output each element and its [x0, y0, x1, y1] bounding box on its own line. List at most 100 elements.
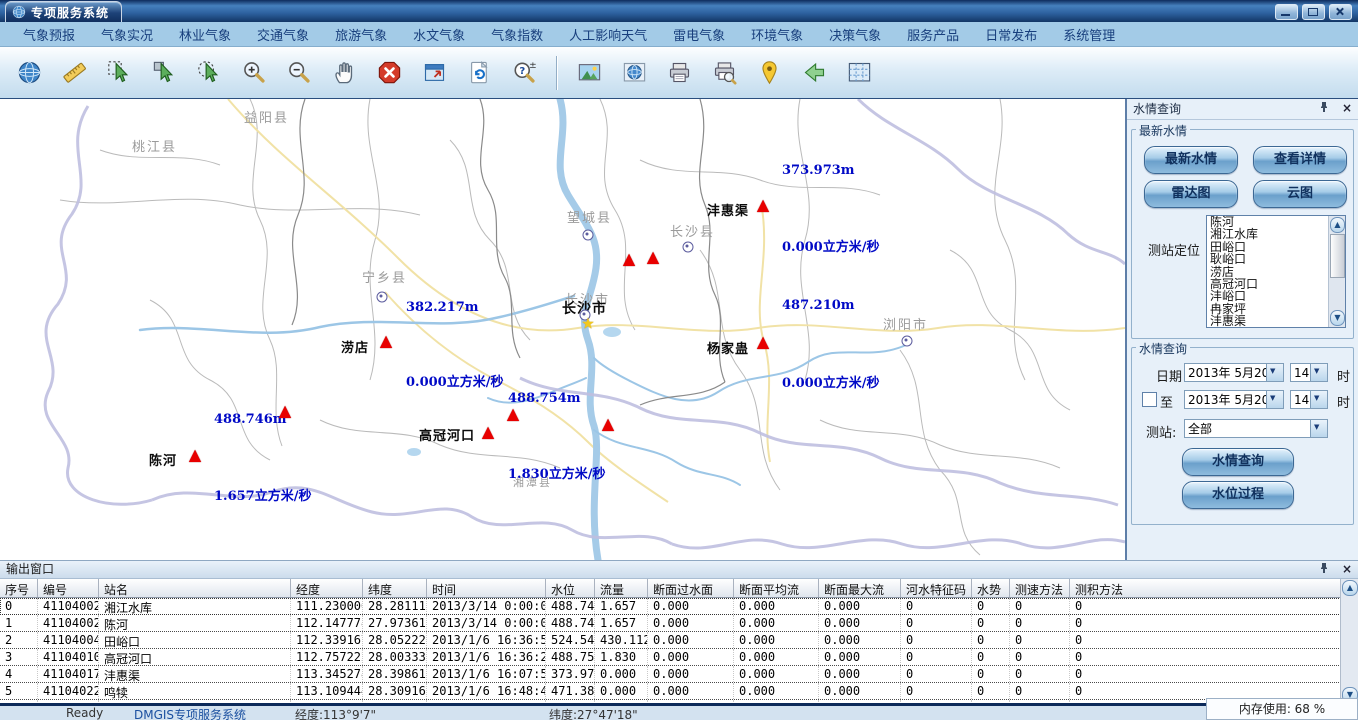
station-marker-icon[interactable]: ▲ [507, 406, 519, 422]
menu-item[interactable]: 决策气象 [816, 22, 894, 47]
map-canvas[interactable]: 益阳县桃江县宁乡县望城县长沙县长沙市浏阳市湘潭县沣惠渠杨家蛊长沙市涝店陈河高冠河… [0, 99, 1125, 560]
menu-item[interactable]: 气象实况 [88, 22, 166, 47]
chevron-down-icon[interactable] [1310, 420, 1327, 437]
print-button[interactable] [662, 56, 696, 90]
hour-to-combo[interactable]: 14 [1290, 390, 1328, 409]
menu-item[interactable]: 服务产品 [894, 22, 972, 47]
station-marker-icon[interactable]: ▲ [623, 251, 635, 267]
scroll-up-icon[interactable]: ▲ [1330, 217, 1345, 233]
close-button[interactable] [1329, 4, 1352, 20]
column-header[interactable]: 断面平均流 [734, 579, 819, 597]
restore-button[interactable] [1302, 4, 1325, 20]
back-button[interactable] [797, 56, 831, 90]
menu-item[interactable]: 雷电气象 [660, 22, 738, 47]
table-row[interactable]: 341104010高冠河口112.75722228.0033332013/1/6… [0, 649, 1341, 666]
listbox-scrollbar[interactable]: ▲ ▼ [1328, 216, 1345, 327]
output-close-icon[interactable]: × [1340, 562, 1354, 576]
column-header[interactable]: 河水特征码 [901, 579, 972, 597]
view-detail-button[interactable]: 查看详情 [1253, 146, 1347, 174]
scroll-up-icon[interactable]: ▲ [1342, 580, 1358, 596]
refresh-button[interactable] [462, 56, 496, 90]
menu-item[interactable]: 气象指数 [478, 22, 556, 47]
identify-button[interactable]: ?± [507, 56, 541, 90]
chevron-down-icon[interactable] [1266, 391, 1283, 408]
chevron-down-icon[interactable] [1310, 391, 1327, 408]
column-header[interactable]: 测积方法 [1070, 579, 1341, 597]
column-header[interactable]: 测速方法 [1010, 579, 1070, 597]
map-grid-button[interactable] [842, 56, 876, 90]
table-row[interactable]: 041104002湘江水库111.23000028.2811112013/3/1… [0, 598, 1341, 615]
menu-item[interactable]: 林业气象 [166, 22, 244, 47]
table-row[interactable]: 241104004田峪口112.33916728.0522222013/1/6 … [0, 632, 1341, 649]
menu-item[interactable]: 人工影响天气 [556, 22, 660, 47]
globe-button[interactable] [12, 56, 46, 90]
station-marker-icon[interactable]: ▲ [482, 424, 494, 440]
radar-chart-button[interactable]: 雷达图 [1144, 180, 1238, 208]
place-marker-button[interactable] [752, 56, 786, 90]
date-from-combo[interactable]: 2013年 5月20日 [1184, 363, 1284, 382]
pan-button[interactable] [327, 56, 361, 90]
list-item[interactable]: 沣惠渠 [1208, 315, 1328, 327]
chevron-down-icon[interactable] [1310, 364, 1327, 381]
chevron-down-icon[interactable] [1266, 364, 1283, 381]
column-header[interactable]: 时间 [427, 579, 546, 597]
panel-close-icon[interactable]: × [1340, 101, 1354, 115]
column-header[interactable]: 编号 [38, 579, 99, 597]
latest-water-button[interactable]: 最新水情 [1144, 146, 1238, 174]
pin-icon[interactable] [1318, 562, 1332, 576]
water-query-button[interactable]: 水情查询 [1182, 448, 1294, 476]
table-row[interactable]: 141104002陈河112.14777827.9736112013/3/14 … [0, 615, 1341, 632]
water-level-process-button[interactable]: 水位过程 [1182, 481, 1294, 509]
column-header[interactable]: 断面最大流 [819, 579, 901, 597]
stop-button[interactable] [372, 56, 406, 90]
station-marker-icon[interactable]: ▲ [189, 447, 201, 463]
column-header[interactable]: 纬度 [363, 579, 427, 597]
station-marker-icon[interactable]: ▲ [380, 333, 392, 349]
image-button[interactable] [572, 56, 606, 90]
column-header[interactable]: 断面过水面 [648, 579, 734, 597]
station-marker-icon[interactable]: ▲ [279, 403, 291, 419]
zoom-in-button[interactable] [237, 56, 271, 90]
column-header[interactable]: 序号 [0, 579, 38, 597]
menu-item[interactable]: 日常发布 [972, 22, 1050, 47]
column-header[interactable]: 经度 [291, 579, 363, 597]
station-marker-icon[interactable]: ▲ [757, 197, 769, 213]
column-header[interactable]: 水位 [546, 579, 595, 597]
column-header[interactable]: 站名 [99, 579, 291, 597]
menu-item[interactable]: 环境气象 [738, 22, 816, 47]
measure-button[interactable] [57, 56, 91, 90]
column-header[interactable]: 流量 [595, 579, 648, 597]
table-scrollbar[interactable]: ▲ ▼ [1340, 579, 1358, 704]
menu-item[interactable]: 交通气象 [244, 22, 322, 47]
scroll-down-icon[interactable]: ▼ [1330, 310, 1345, 326]
print-preview-button[interactable] [707, 56, 741, 90]
station-marker-icon[interactable]: ▲ [602, 416, 614, 432]
scroll-thumb[interactable] [1330, 234, 1345, 278]
column-header[interactable]: 水势 [972, 579, 1010, 597]
station-marker-icon[interactable]: ▲ [647, 249, 659, 265]
window-extent-button[interactable] [417, 56, 451, 90]
cloud-image-button[interactable]: 云图 [1253, 180, 1347, 208]
table-row[interactable]: 441104017沣惠渠113.34527828.3986112013/1/6 … [0, 666, 1341, 683]
select-button[interactable] [147, 56, 181, 90]
pin-icon[interactable] [1318, 101, 1332, 115]
menu-item[interactable]: 旅游气象 [322, 22, 400, 47]
select-circle-button[interactable] [192, 56, 226, 90]
menu-item[interactable]: 系统管理 [1050, 22, 1128, 47]
select-box-button[interactable] [102, 56, 136, 90]
station-combo[interactable]: 全部 [1184, 419, 1328, 438]
list-item[interactable]: 湘江水库 [1208, 228, 1328, 240]
list-item[interactable]: 沣峪口 [1208, 290, 1328, 302]
date-to-combo[interactable]: 2013年 5月20日 [1184, 390, 1284, 409]
zoom-out-button[interactable] [282, 56, 316, 90]
station-listbox[interactable]: 陈河湘江水库田峪口耿峪口涝店高冠河口沣峪口冉家坪沣惠渠 ▲ ▼ [1206, 215, 1346, 328]
hour-from-combo[interactable]: 14 [1290, 363, 1328, 382]
minimize-button[interactable] [1275, 4, 1298, 20]
app-tab[interactable]: 专项服务系统 [5, 1, 122, 22]
station-marker-icon[interactable]: ▲ [757, 334, 769, 350]
list-item[interactable]: 耿峪口 [1208, 253, 1328, 265]
menu-item[interactable]: 气象预报 [10, 22, 88, 47]
menu-item[interactable]: 水文气象 [400, 22, 478, 47]
table-row[interactable]: 541104022鸣犊113.10944428.3091672013/1/6 1… [0, 683, 1341, 700]
globe-frame-button[interactable] [617, 56, 651, 90]
